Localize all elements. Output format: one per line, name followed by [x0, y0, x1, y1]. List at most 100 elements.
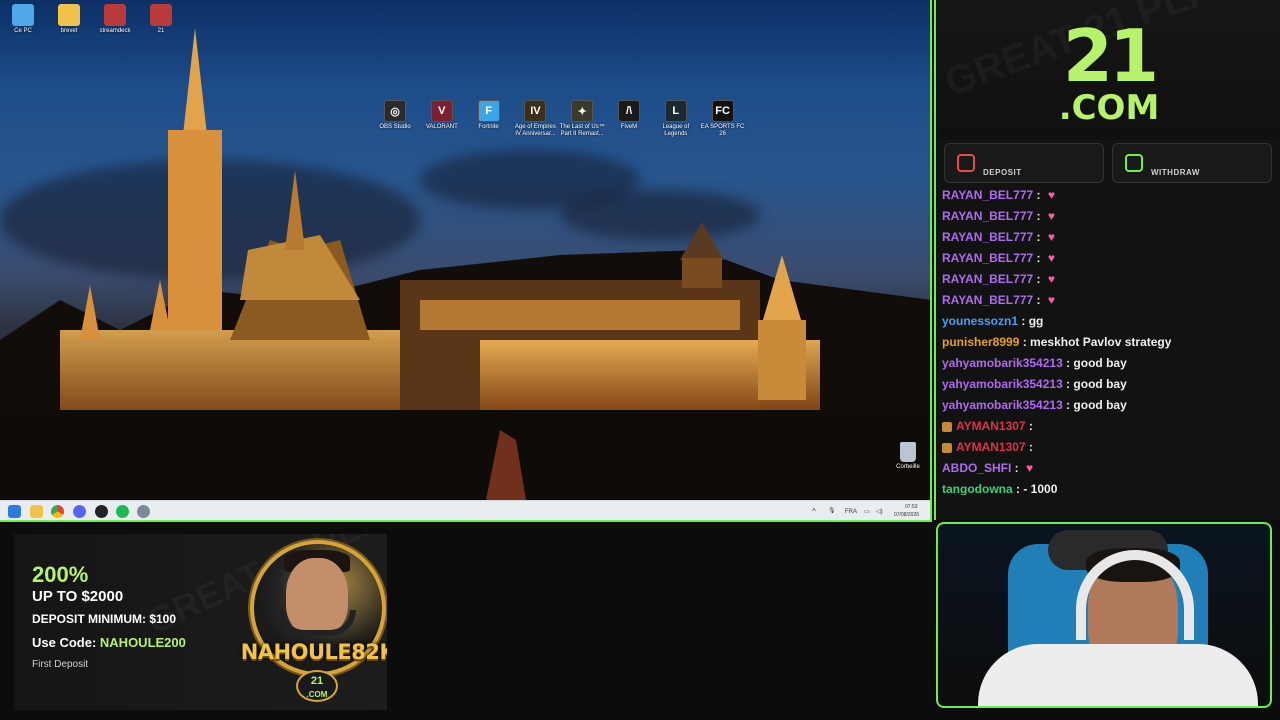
chat-username[interactable]: punisher8999	[942, 335, 1019, 349]
desktop-app-label: Age of Empires IV Anniversar...	[514, 124, 556, 137]
chat-username[interactable]: yahyamobarik354213	[942, 398, 1063, 412]
chat-message: RAYAN_BEL777 : ♥	[942, 248, 1278, 269]
chat-text: meskhot Pavlov strategy	[1030, 335, 1172, 349]
desktop-app-fivem[interactable]: /\ FiveM	[606, 100, 652, 131]
desktop-app-label: The Last of Us™ Part II Remast...	[559, 124, 605, 137]
promo-code-prefix: Use Code:	[32, 635, 100, 650]
desktop-app-label: OBS Studio	[379, 124, 411, 130]
promo-code: NAHOULE200	[99, 635, 186, 650]
clock-time[interactable]: 07:53	[905, 504, 918, 510]
discord-icon[interactable]	[73, 505, 86, 518]
promo-banner: GREAT 21 PLAY 21 200% UP TO $2000 DEPOSI…	[14, 534, 387, 710]
desktop-app-obs[interactable]: ◎ OBS Studio	[372, 100, 418, 131]
chat-badge-icon	[942, 421, 952, 432]
chat-separator: :	[1011, 461, 1023, 475]
network-icon[interactable]: ▭	[864, 508, 870, 515]
chat-username[interactable]: AYMAN1307	[956, 419, 1026, 433]
brand-logo-number: 21	[1062, 14, 1159, 98]
chat-message: RAYAN_BEL777 : ♥	[942, 185, 1278, 206]
valorant-icon: V	[430, 100, 453, 122]
tray-chevron-icon[interactable]: ^	[812, 507, 816, 516]
desktop-app-label: FiveM	[620, 124, 638, 130]
chat-badge-icon	[942, 442, 952, 453]
chat-message: RAYAN_BEL777 : ♥	[942, 206, 1278, 227]
desktop-app-valorant[interactable]: V VALORANT	[419, 100, 465, 131]
chat-username[interactable]: younessozn1	[942, 314, 1018, 328]
withdraw-button[interactable]: WITHDRAW	[1112, 143, 1272, 183]
start-icon[interactable]	[8, 505, 21, 518]
desktop-icon-streamdeck[interactable]: streamdeck	[92, 4, 138, 35]
chat-message: AYMAN1307 :	[942, 416, 1278, 437]
chat-username[interactable]: RAYAN_BEL777	[942, 188, 1033, 202]
chat-text: good bay	[1073, 356, 1127, 370]
recycle-bin-icon	[900, 442, 916, 462]
obs-taskbar-icon[interactable]	[95, 505, 108, 518]
spotify-icon[interactable]	[116, 505, 129, 518]
desktop-icon-label: streamdeck	[99, 28, 131, 34]
desktop-icon-recycle-bin[interactable]: Corbeille	[885, 442, 930, 471]
fivem-icon: /\	[618, 100, 640, 122]
badge-sub-logo-number: 21	[310, 675, 324, 687]
desktop-app-lol[interactable]: L League of Legends	[653, 100, 699, 138]
heart-emote-icon: ♥	[1047, 251, 1055, 265]
chat-text: gg	[1028, 314, 1044, 328]
file-explorer-icon[interactable]	[30, 505, 43, 518]
volume-icon[interactable]: ◁)	[876, 508, 883, 515]
desktop-app-tlou[interactable]: ✦ The Last of Us™ Part II Remast...	[559, 100, 605, 138]
chat-message: punisher8999 : meskhot Pavlov strategy	[942, 332, 1278, 353]
desktop-app-easfc[interactable]: FC EA SPORTS FC 26	[700, 100, 746, 138]
desktop-app-fortnite[interactable]: F Fortnite	[466, 100, 512, 131]
heart-emote-icon: ♥	[1047, 293, 1055, 307]
heart-emote-icon: ♥	[1047, 188, 1055, 202]
desktop-icon-21[interactable]: 21	[138, 4, 184, 35]
language-indicator[interactable]: FRA	[845, 509, 857, 515]
archive-icon	[150, 4, 172, 26]
chat-username[interactable]: RAYAN_BEL777	[942, 209, 1033, 223]
withdraw-icon	[1125, 154, 1143, 172]
heart-emote-icon: ♥	[1026, 461, 1034, 475]
chat-username[interactable]: AYMAN1307	[956, 440, 1026, 454]
chat-username[interactable]: tangodowna	[942, 482, 1013, 495]
tlou-icon: ✦	[571, 100, 594, 122]
chat-separator: :	[1025, 440, 1033, 454]
chat-username[interactable]: RAYAN_BEL777	[942, 251, 1033, 265]
deposit-button[interactable]: DEPOSIT	[944, 143, 1104, 183]
chat-username[interactable]: RAYAN_BEL777	[942, 230, 1033, 244]
clock-date[interactable]: 07/08/2026	[894, 512, 919, 518]
chat-message: yahyamobarik354213 : good bay	[942, 395, 1278, 416]
desktop-app-aoe[interactable]: IV Age of Empires IV Anniversar...	[512, 100, 558, 138]
chat-separator: :	[1033, 209, 1044, 223]
chat-username[interactable]: RAYAN_BEL777	[942, 293, 1033, 307]
chat-message: AYMAN1307 :	[942, 437, 1278, 458]
chat-separator: :	[1033, 272, 1044, 286]
chat-username[interactable]: yahyamobarik354213	[942, 377, 1063, 391]
chat-message: yahyamobarik354213 : good bay	[942, 353, 1278, 374]
chat-messages: RAYAN_BEL777 : ♥ RAYAN_BEL777 : ♥ RAYAN_BE…	[942, 185, 1278, 495]
aoe-icon: IV	[524, 100, 547, 122]
desktop-app-label: League of Legends	[662, 124, 690, 137]
desktop-icon-label: 21	[157, 28, 165, 34]
streamer-badge: NAHOULE82K 21 .COM	[238, 540, 387, 708]
chat-text: good bay	[1073, 398, 1127, 412]
chrome-icon[interactable]	[51, 505, 64, 518]
chat-message: ABDO_SHFI : ♥	[942, 458, 1278, 479]
deposit-label: DEPOSIT	[983, 168, 1022, 177]
chat-username[interactable]: ABDO_SHFI	[942, 461, 1011, 475]
chat-username[interactable]: yahyamobarik354213	[942, 356, 1063, 370]
chat-username[interactable]: RAYAN_BEL777	[942, 272, 1033, 286]
chat-separator: :	[1062, 377, 1074, 391]
fortnite-icon: F	[477, 100, 500, 122]
heart-emote-icon: ♥	[1047, 272, 1055, 286]
settings-icon[interactable]	[137, 505, 150, 518]
person-shirt	[978, 644, 1258, 706]
promo-line-3: DEPOSIT MINIMUM: $100	[32, 612, 177, 626]
desktop-icon-ce-pc[interactable]: Ce PC	[0, 4, 46, 35]
streamer-name: NAHOULE82K	[240, 640, 387, 664]
desktop-icon-brevet[interactable]: brevet	[46, 4, 92, 35]
microphone-icon[interactable]: 🎙	[828, 507, 836, 514]
castle-illustration	[0, 28, 930, 500]
folder-icon	[58, 4, 80, 26]
webcam-feed	[936, 522, 1272, 708]
chat-separator: :	[1025, 419, 1033, 433]
chat-text: - 1000	[1023, 482, 1058, 495]
